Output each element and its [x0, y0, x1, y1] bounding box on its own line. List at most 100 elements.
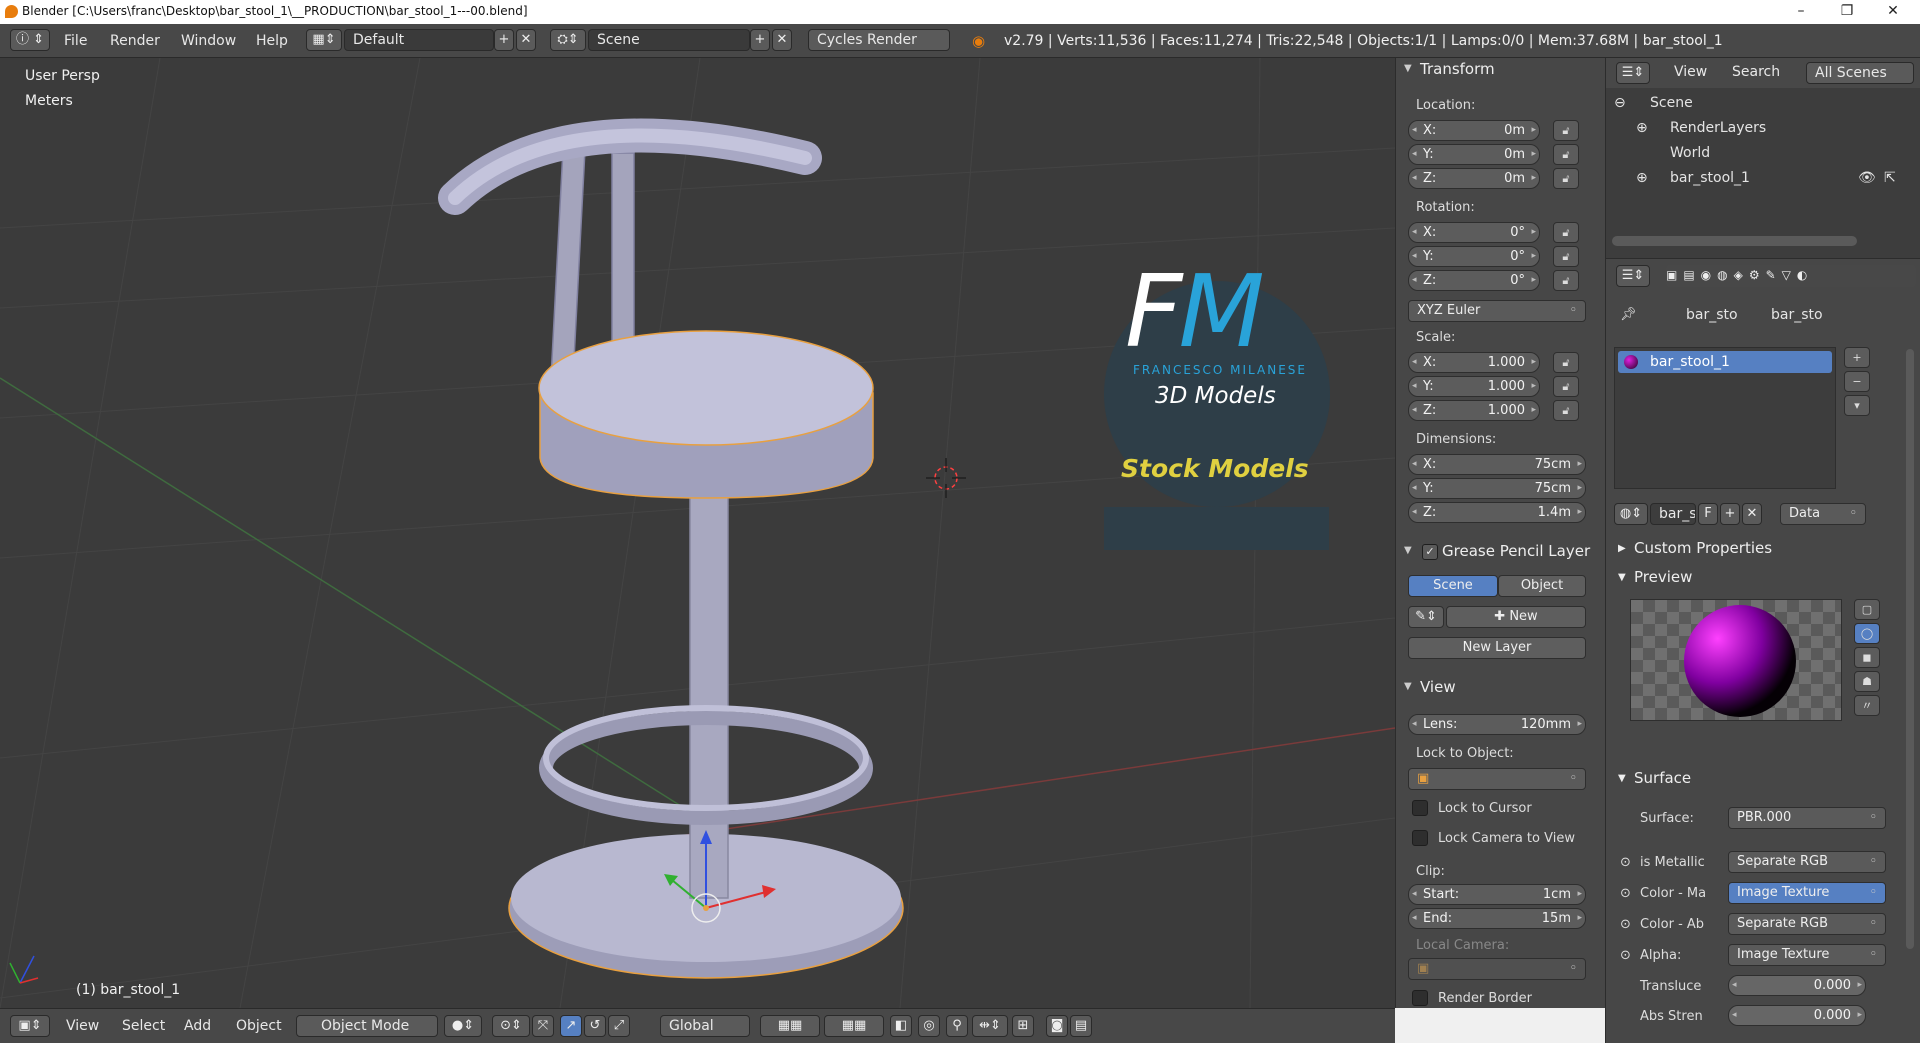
properties-tabs[interactable]: ▣▤◉◍◈⚙✎▽◐ — [1666, 265, 1916, 287]
add-scene-icon[interactable]: + — [750, 29, 770, 51]
editor-type-3d-icon[interactable]: ▣⇕ — [10, 1015, 50, 1037]
layout-name-field[interactable]: Default — [344, 29, 494, 51]
outliner-scrollbar[interactable] — [1612, 236, 1857, 246]
preview-flat-icon[interactable]: ▢ — [1854, 599, 1880, 620]
expand-icon[interactable]: ⊙ — [1620, 886, 1631, 901]
lock-icon[interactable]: 🔓︎ — [1553, 376, 1579, 397]
3d-cursor[interactable] — [926, 458, 966, 498]
bar-stool-model[interactable] — [438, 118, 904, 979]
preview-monkey-icon[interactable]: ☗ — [1854, 671, 1880, 692]
properties-editor-icon[interactable]: ☰⇕ — [1616, 265, 1650, 287]
proportional-edit-icon[interactable]: ◎ — [918, 1015, 940, 1037]
grease-scene-tab[interactable]: Scene — [1408, 575, 1498, 597]
color-ab-select[interactable]: Separate RGB — [1728, 913, 1886, 935]
orientation-select[interactable]: Global — [660, 1015, 750, 1037]
lock-icon[interactable]: 🔓︎ — [1553, 246, 1579, 267]
expand-icon[interactable]: ⊙ — [1620, 917, 1631, 932]
lens-field[interactable]: Lens:120mm — [1408, 714, 1586, 735]
outliner-item-scene[interactable]: Scene — [1650, 95, 1693, 111]
is-metallic-select[interactable]: Separate RGB — [1728, 851, 1886, 873]
location-y-field[interactable]: Y:0m — [1408, 144, 1540, 165]
pivot-point-icon[interactable]: ⊙⇕ — [492, 1015, 530, 1037]
slot-menu-icon[interactable]: ▾ — [1844, 395, 1870, 416]
fake-user-button[interactable]: F — [1698, 503, 1718, 525]
new-layer-button[interactable]: New Layer — [1408, 637, 1586, 659]
layout-grid-icon[interactable]: ▦⇕ — [306, 29, 342, 51]
rotation-mode-select[interactable]: XYZ Euler — [1408, 300, 1586, 322]
outliner-menu-search[interactable]: Search — [1732, 64, 1780, 80]
remove-scene-icon[interactable]: ✕ — [772, 29, 792, 51]
transform-header[interactable]: Transform — [1396, 58, 1606, 80]
grease-pencil-checkbox[interactable]: ✓ — [1422, 544, 1438, 560]
expand-icon[interactable]: ⊙ — [1620, 855, 1631, 870]
translate-icon[interactable]: ↗ — [560, 1015, 582, 1037]
menu-render[interactable]: Render — [110, 33, 160, 49]
outliner-filter-select[interactable]: All Scenes — [1806, 62, 1914, 84]
rotate-icon[interactable]: ↺ — [584, 1015, 606, 1037]
pin-icon[interactable]: 📌︎ — [1620, 307, 1637, 322]
lock-camera-checkbox[interactable] — [1412, 830, 1428, 846]
pencil-icon[interactable]: ✎⇕ — [1408, 606, 1444, 628]
lock-cursor-checkbox[interactable] — [1412, 800, 1428, 816]
close-button[interactable]: ✕ — [1870, 0, 1916, 24]
outliner-item-bar-stool[interactable]: bar_stool_1 — [1670, 170, 1750, 186]
rotation-y-field[interactable]: Y:0° — [1408, 246, 1540, 267]
scene-icon[interactable]: ⛭⇕ — [550, 29, 586, 51]
viewport-canvas[interactable] — [0, 58, 1395, 1008]
menu-select[interactable]: Select — [122, 1018, 165, 1034]
menu-window[interactable]: Window — [181, 33, 236, 49]
add-layout-icon[interactable]: + — [494, 29, 514, 51]
dimension-x-field[interactable]: X:75cm — [1408, 454, 1586, 475]
material-name-field[interactable]: bar_s — [1650, 503, 1696, 525]
lock-object-field[interactable]: ▣ — [1408, 768, 1586, 790]
preview-cube-icon[interactable]: ◼ — [1854, 647, 1880, 668]
snap-target-icon[interactable]: ⊞ — [1012, 1015, 1034, 1037]
outliner-item-world[interactable]: World — [1670, 145, 1710, 161]
clip-start-field[interactable]: Start:1cm — [1408, 884, 1586, 905]
material-browse-icon[interactable]: ◍⇕ — [1614, 503, 1648, 525]
expand-icon[interactable]: ⊙ — [1620, 948, 1631, 963]
view-header[interactable]: View — [1396, 676, 1606, 698]
snap-toggle-icon[interactable]: ⚲ — [946, 1015, 968, 1037]
snap-element-icon[interactable]: ⇹⇕ — [972, 1015, 1008, 1037]
expand-icon[interactable]: ⊕ — [1636, 170, 1648, 186]
location-x-field[interactable]: X:0m — [1408, 120, 1540, 141]
alpha-select[interactable]: Image Texture — [1728, 944, 1886, 966]
select-cursor-icon[interactable]: ⇱ — [1884, 170, 1896, 186]
lock-icon[interactable]: 🔓︎ — [1553, 270, 1579, 291]
preview-header[interactable]: ▼ Preview — [1616, 568, 1916, 590]
scene-name-field[interactable]: Scene — [588, 29, 750, 51]
menu-file[interactable]: File — [64, 33, 87, 49]
render-engine-select[interactable]: Cycles Render — [808, 29, 950, 51]
outliner-item-renderlayers[interactable]: RenderLayers — [1670, 120, 1766, 136]
outliner-editor-icon[interactable]: ☰⇕ — [1616, 62, 1650, 84]
surface-select[interactable]: PBR.000 — [1728, 807, 1886, 829]
menu-add[interactable]: Add — [184, 1018, 211, 1034]
expand-icon[interactable]: ⊖ — [1614, 95, 1626, 111]
visibility-eye-icon[interactable]: 👁︎ — [1858, 170, 1876, 186]
material-slot-item[interactable]: bar_stool_1 — [1618, 351, 1832, 373]
abs-strength-slider[interactable]: 0.000 — [1728, 1005, 1866, 1026]
rotation-z-field[interactable]: Z:0° — [1408, 270, 1540, 291]
clip-end-field[interactable]: End:15m — [1408, 908, 1586, 929]
layers-icon[interactable]: ▦▦ — [760, 1015, 820, 1037]
expand-icon[interactable]: ⊕ — [1636, 120, 1648, 136]
shading-mode-icon[interactable]: ●⇕ — [444, 1015, 482, 1037]
color-ma-select[interactable]: Image Texture — [1728, 882, 1886, 904]
lock-icon[interactable]: 🔓︎ — [1553, 222, 1579, 243]
preview-sphere-icon[interactable]: ◯ — [1854, 623, 1880, 644]
lock-layer-icon[interactable]: ◧ — [890, 1015, 912, 1037]
remove-slot-icon[interactable]: − — [1844, 371, 1870, 392]
lock-icon[interactable]: 🔓︎ — [1553, 168, 1579, 189]
unlink-material-icon[interactable]: ✕ — [1742, 503, 1762, 525]
grease-object-tab[interactable]: Object — [1498, 575, 1586, 597]
link-select[interactable]: Data — [1780, 503, 1866, 525]
add-slot-icon[interactable]: + — [1844, 347, 1870, 368]
manipulator-toggle-icon[interactable]: ⤧ — [532, 1015, 554, 1037]
lock-icon[interactable]: 🔓︎ — [1553, 120, 1579, 141]
location-z-field[interactable]: Z:0m — [1408, 168, 1540, 189]
transluce-slider[interactable]: 0.000 — [1728, 975, 1866, 996]
scale-z-field[interactable]: Z:1.000 — [1408, 400, 1540, 421]
grease-new-button[interactable]: ✚ New — [1446, 606, 1586, 628]
render-border-checkbox[interactable] — [1412, 990, 1428, 1006]
